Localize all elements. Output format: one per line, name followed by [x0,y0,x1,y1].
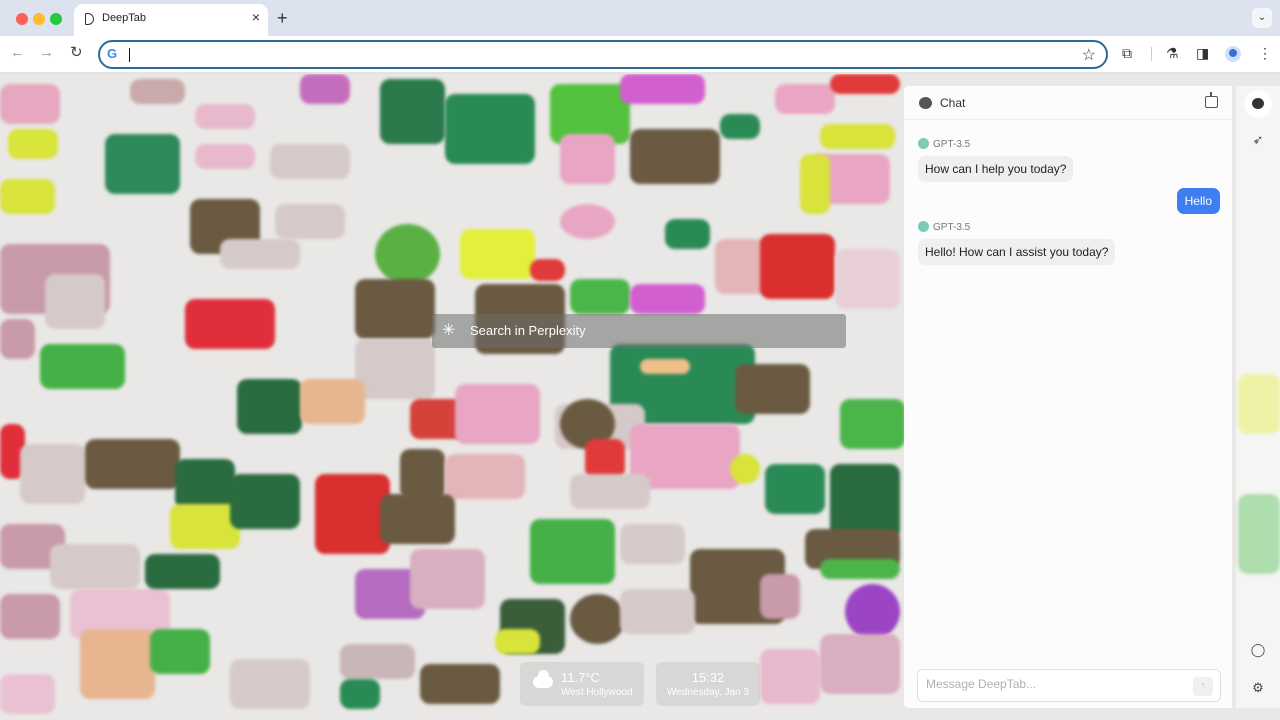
close-window-button[interactable] [16,13,28,25]
toolbar-divider [1151,47,1152,61]
chat-input-box[interactable]: ↑ [917,669,1221,702]
clock-widget: 15:32 Wednesday, Jan 3 [656,662,760,706]
user-circle-icon[interactable]: ◯ [1244,636,1272,664]
perplexity-icon: ✳ [442,322,456,339]
maximize-window-button[interactable] [50,13,62,25]
send-button[interactable]: ↑ [1193,677,1213,696]
weather-location: West Hollywood [561,687,633,698]
search-label: Search in Perplexity [470,323,586,338]
clock-time: 15:32 [691,670,725,685]
google-icon: G [107,46,118,61]
robot-icon[interactable] [1205,92,1218,108]
address-bar[interactable]: G ☆ [98,40,1108,69]
tab-deeptab[interactable]: DeepTab × [74,4,268,36]
chat-title: Chat [940,96,966,110]
model-label: GPT-3.5 [918,138,970,150]
address-input[interactable] [128,45,1048,64]
assistant-message: Hello! How can I assist you today? [918,239,1116,265]
back-arrow-icon[interactable]: ← [10,44,25,62]
rocket-icon[interactable]: ➶ [1244,126,1272,154]
chat-rail-icon[interactable] [1244,90,1272,118]
labs-flask-icon[interactable]: ⚗ [1166,45,1179,61]
cloud-icon [533,670,553,688]
model-label: GPT-3.5 [918,221,970,233]
tab-search-button[interactable]: ⌄ [1252,8,1272,28]
openai-icon [918,138,929,149]
more-menu-icon[interactable]: ⋮ [1258,45,1272,61]
openai-icon [918,221,929,232]
page-icon [85,13,94,25]
chat-header: Chat [904,86,1232,120]
text-caret [129,48,130,62]
tab-strip: DeepTab × + ⌄ [0,0,1280,36]
extensions-icon[interactable]: ⧉ [1122,45,1132,61]
model-name: GPT-3.5 [933,222,971,233]
close-tab-icon[interactable]: × [252,9,260,25]
message-input[interactable] [926,677,1176,691]
chat-panel: Chat GPT-3.5 How can I help you today? H… [904,86,1232,708]
bookmark-star-icon[interactable]: ☆ [1082,45,1096,65]
perplexity-search-button[interactable]: ✳ Search in Perplexity [432,314,846,348]
minimize-window-button[interactable] [33,13,45,25]
reload-icon[interactable]: ↻ [70,44,83,62]
assistant-message: How can I help you today? [918,156,1074,182]
weather-temperature: 11.7°C [561,670,600,685]
side-rail: ➶ ◯ ⚙ [1236,86,1280,708]
profile-avatar[interactable] [1225,46,1241,62]
side-panel-icon[interactable]: ◨ [1196,45,1209,61]
model-name: GPT-3.5 [933,139,971,150]
settings-gear-icon[interactable]: ⚙ [1244,674,1272,702]
weather-widget: 11.7°C West Hollywood [520,662,644,706]
page-viewport: ✳ Search in Perplexity 11.7°C West Holly… [0,74,1280,720]
chat-bubble-icon [919,97,932,109]
browser-toolbar: ← → ↻ G ☆ ⧉ ⚗ ◨ ⋮ [0,36,1280,73]
new-tab-button[interactable]: + [277,8,288,28]
tab-title: DeepTab [102,12,147,24]
forward-arrow-icon[interactable]: → [39,44,54,62]
user-message: Hello [1176,188,1220,214]
clock-date: Wednesday, Jan 3 [667,687,749,698]
